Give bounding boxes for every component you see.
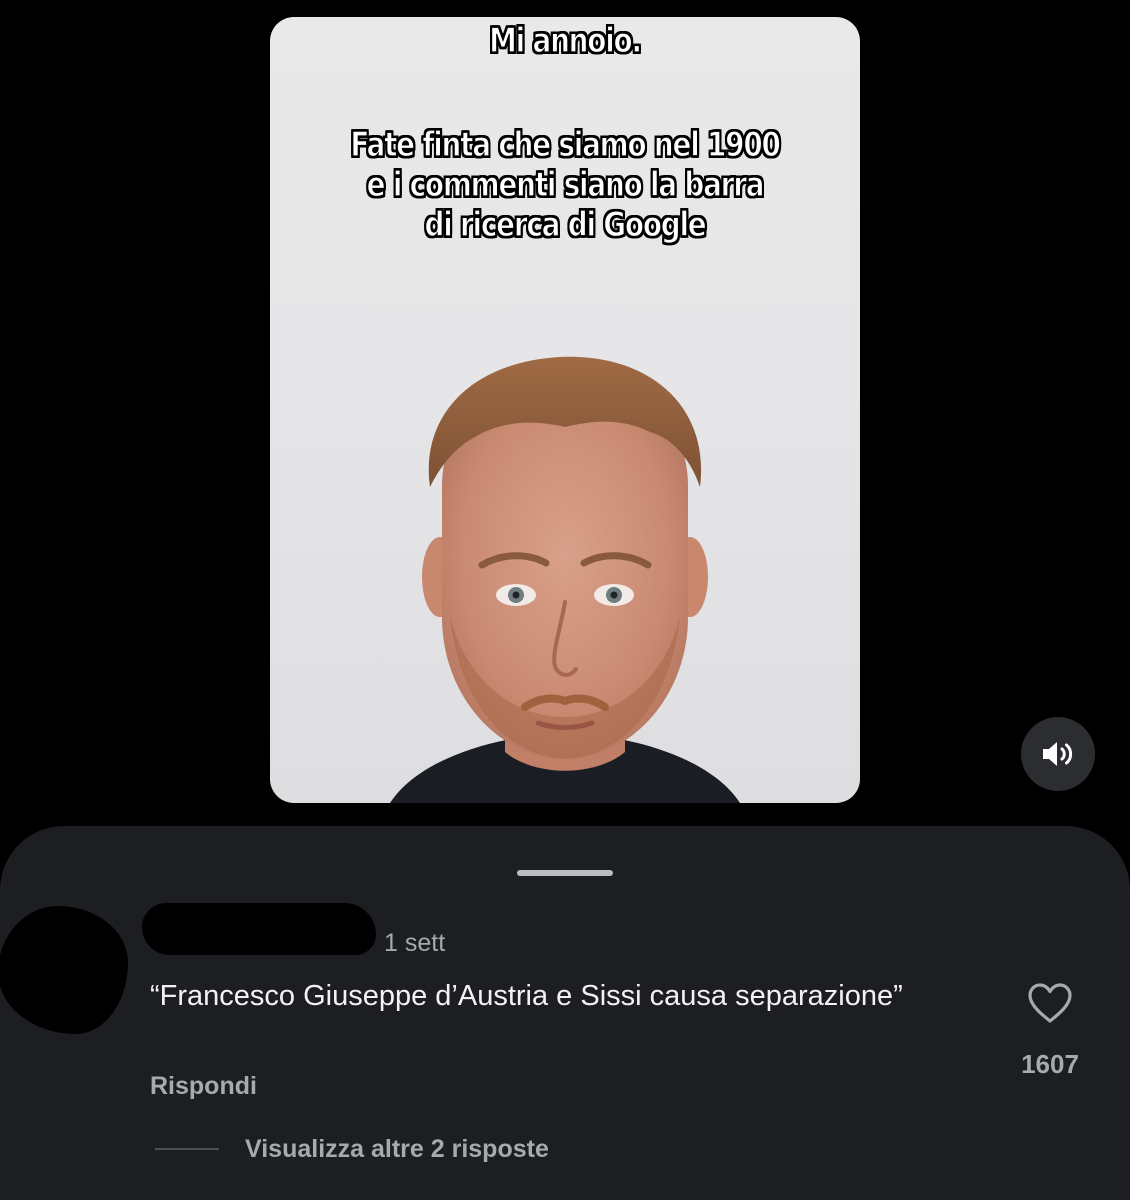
sound-toggle-button[interactable] [1021, 717, 1095, 791]
replies-divider [155, 1148, 219, 1150]
heart-outline-icon [1028, 983, 1072, 1023]
video-overlay-line: di ricerca di Google [424, 204, 707, 245]
username-redacted[interactable] [142, 903, 376, 955]
video-overlay-line: e i commenti siano la barra [366, 164, 765, 205]
video-preview[interactable]: Mi annoio. Fate finta che siamo nel 1900… [270, 17, 860, 803]
video-overlay-title: Mi annoio. [489, 20, 643, 61]
comments-sheet: 1 sett “Francesco Giuseppe d’Austria e S… [0, 826, 1130, 1200]
sheet-drag-handle[interactable] [517, 870, 613, 876]
like-count: 1607 [1021, 1049, 1079, 1079]
video-overlay-caption: Fate finta che siamo nel 1900 e i commen… [323, 124, 807, 245]
comment-text: “Francesco Giuseppe d’Austria e Sissi ca… [150, 980, 903, 1012]
video-overlay-line: Fate finta che siamo nel 1900 [350, 124, 782, 165]
view-replies-row[interactable]: Visualizza altre 2 risposte [155, 1132, 549, 1166]
reply-button[interactable]: Rispondi [150, 1071, 257, 1101]
view-more-replies-button[interactable]: Visualizza altre 2 risposte [245, 1134, 549, 1164]
speaker-on-icon [1043, 742, 1073, 766]
comment-timestamp: 1 sett [384, 929, 446, 957]
like-button[interactable] [1022, 978, 1078, 1028]
screen: Mi annoio. Fate finta che siamo nel 1900… [0, 0, 1130, 1200]
avatar-redacted[interactable] [0, 906, 128, 1034]
